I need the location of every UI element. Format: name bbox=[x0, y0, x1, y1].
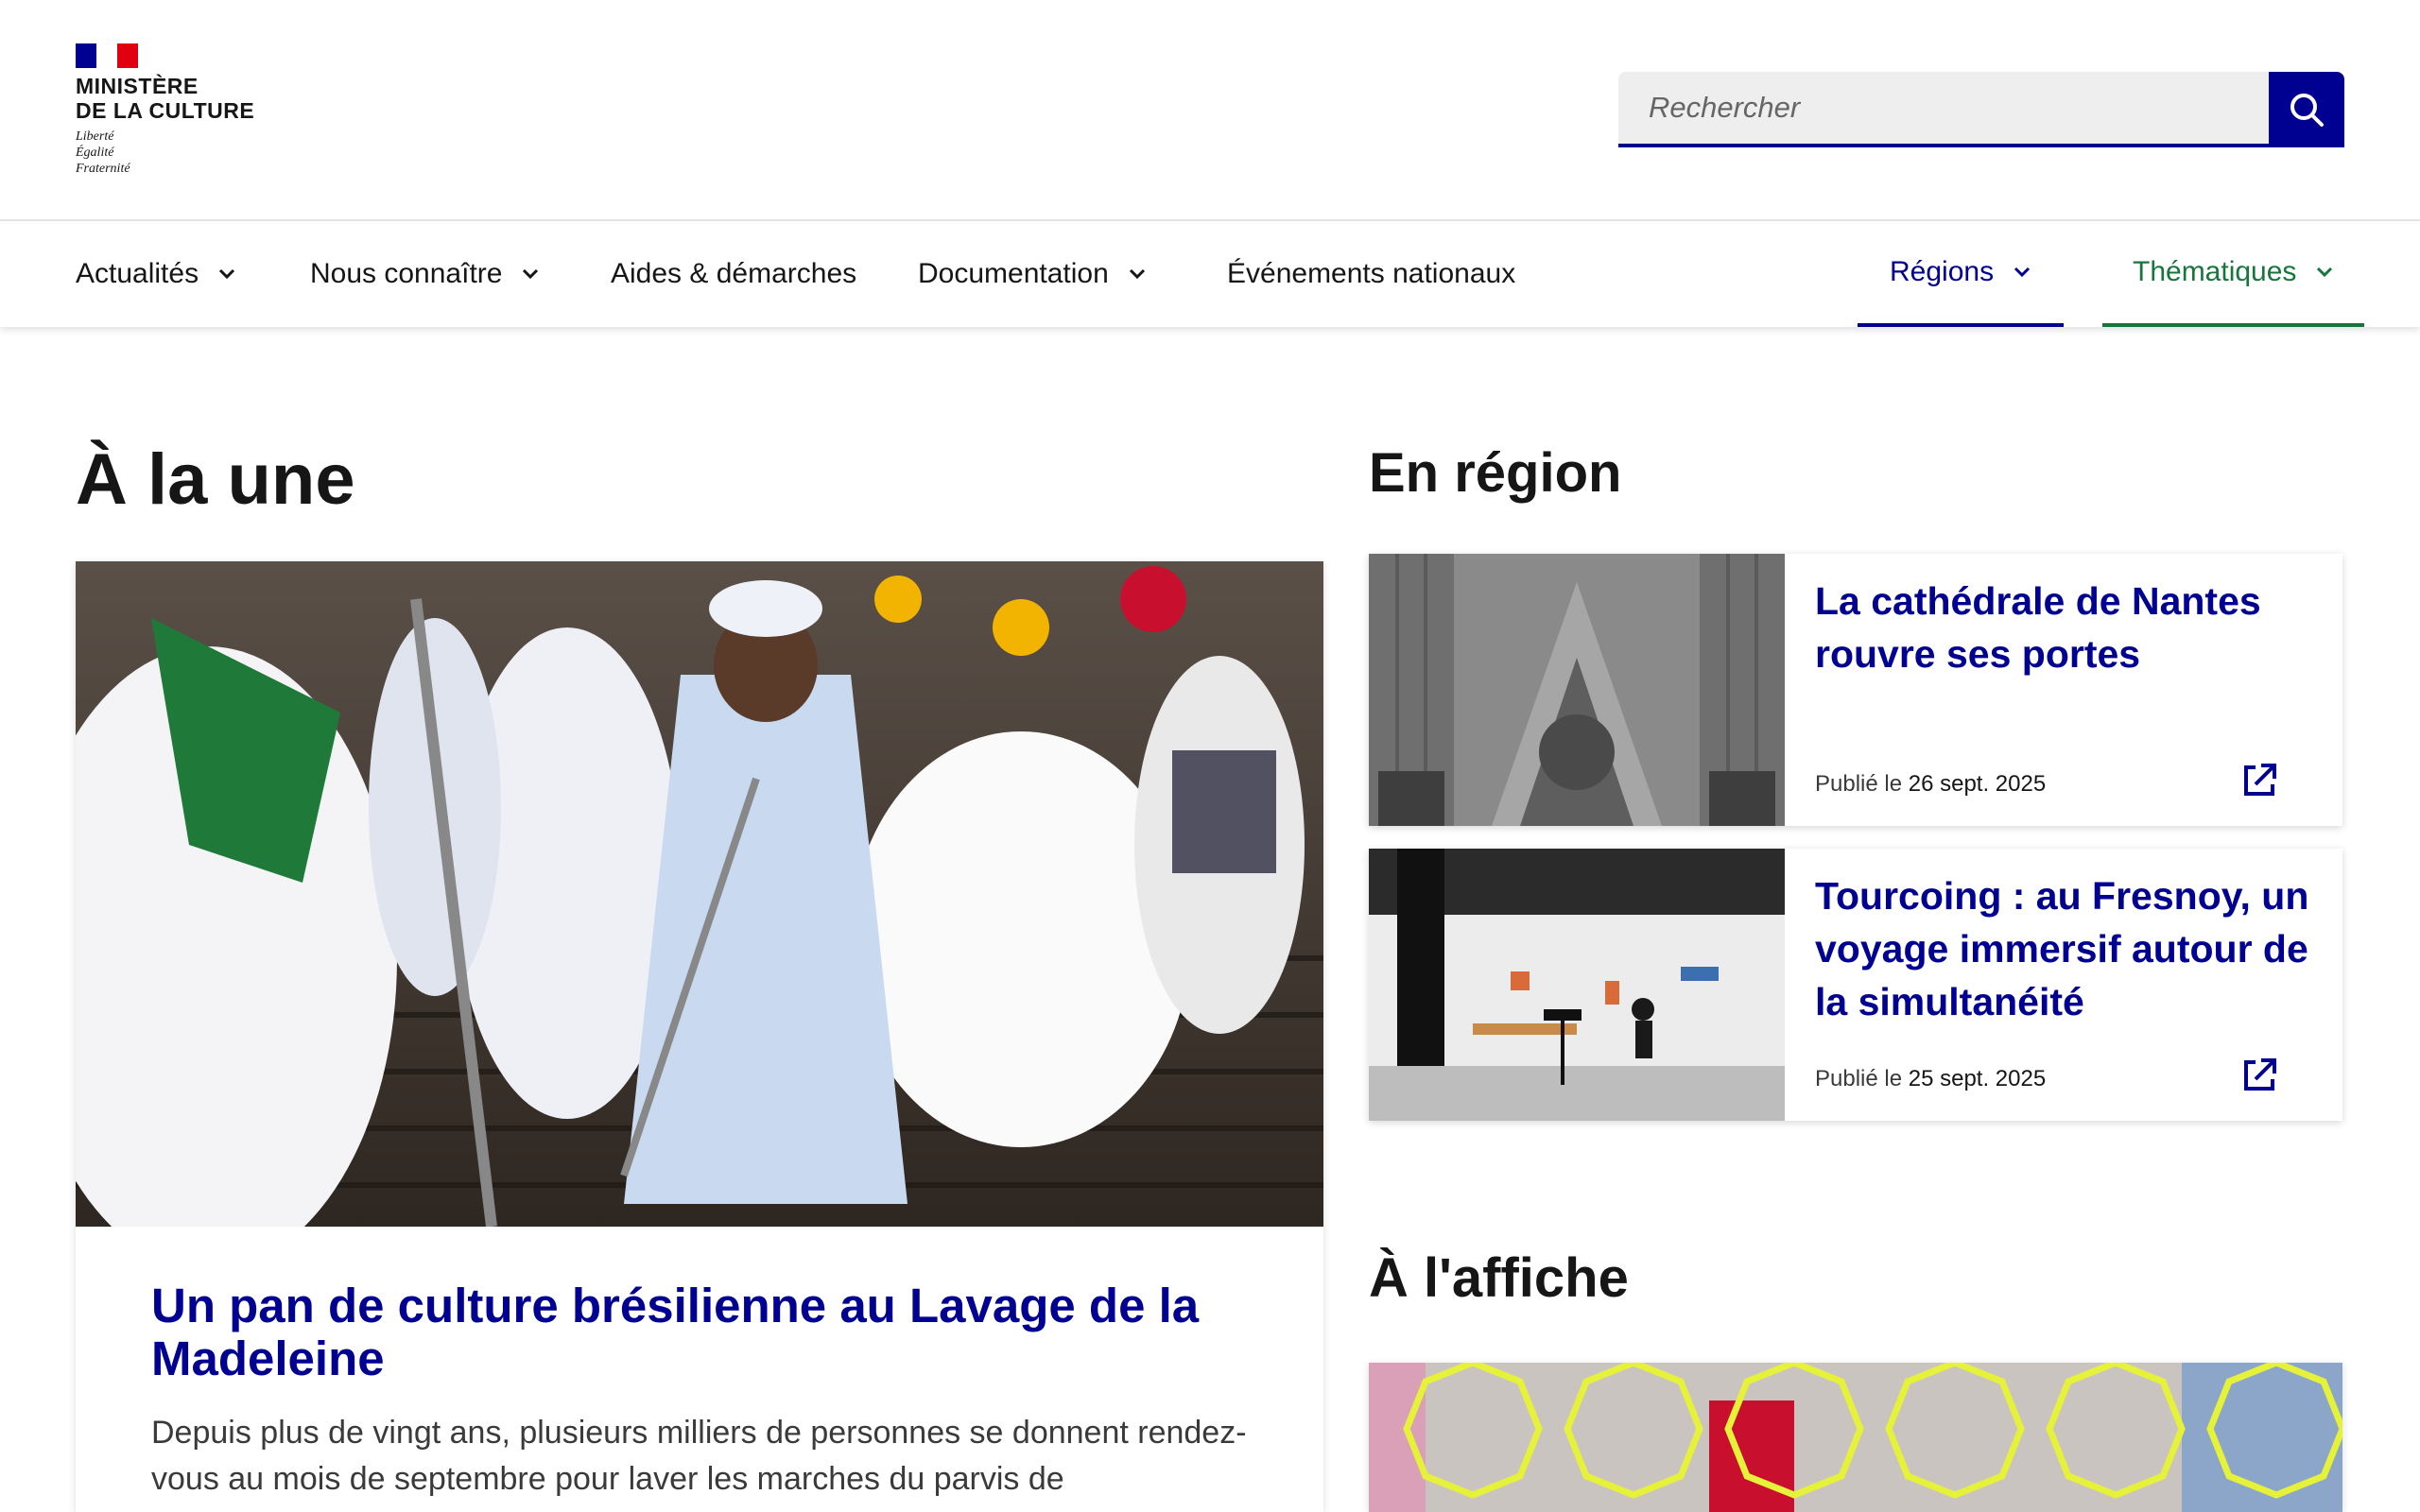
published-date: 25 sept. 2025 bbox=[1908, 1066, 2047, 1091]
motto-fraternite: Fraternité bbox=[76, 162, 130, 176]
nav-item-label: Événements nationaux bbox=[1227, 258, 1516, 289]
chevron-down-icon bbox=[2013, 266, 2031, 278]
logo-line-1: MINISTÈRE bbox=[76, 74, 199, 98]
featured-article-card[interactable]: Un pan de culture brésilienne au Lavage … bbox=[76, 561, 1323, 1512]
nav-item-label: Régions bbox=[1890, 256, 1995, 287]
featured-article-image bbox=[76, 561, 1323, 1227]
a-la-une-heading: À la une bbox=[76, 439, 355, 520]
chevron-down-icon bbox=[1128, 268, 1147, 280]
chevron-down-icon bbox=[521, 268, 540, 280]
region-card-body: La cathédrale de Nantes rouvre ses porte… bbox=[1785, 554, 2342, 826]
search-input[interactable] bbox=[1618, 72, 2269, 147]
ministry-logo[interactable]: MINISTÈRE DE LA CULTURE Liberté Égalité … bbox=[76, 43, 284, 185]
region-card-image bbox=[1369, 849, 1785, 1121]
nav-item-regions[interactable]: Régions bbox=[1858, 221, 2065, 327]
region-card-nantes[interactable]: La cathédrale de Nantes rouvre ses porte… bbox=[1369, 554, 2342, 826]
republic-motto: Liberté Égalité Fraternité bbox=[76, 129, 284, 177]
search-bar bbox=[1618, 72, 2344, 147]
nav-item-label: Nous connaître bbox=[310, 258, 503, 289]
motto-liberte: Liberté bbox=[76, 129, 114, 144]
nav-item-actualites[interactable]: Actualités bbox=[76, 221, 236, 327]
logo-line-2: DE LA CULTURE bbox=[76, 98, 255, 123]
region-card-image bbox=[1369, 554, 1785, 826]
featured-article-title[interactable]: Un pan de culture brésilienne au Lavage … bbox=[151, 1280, 1248, 1385]
nav-item-label: Thématiques bbox=[2133, 256, 2297, 287]
site-header: MINISTÈRE DE LA CULTURE Liberté Égalité … bbox=[0, 0, 2420, 221]
nav-item-documentation[interactable]: Documentation bbox=[918, 221, 1147, 327]
nav-item-label: Aides & démarches bbox=[611, 258, 857, 289]
nav-item-label: Documentation bbox=[918, 258, 1109, 289]
en-region-heading: En région bbox=[1369, 442, 1622, 504]
nav-item-nous-connaitre[interactable]: Nous connaître bbox=[310, 221, 540, 327]
chevron-down-icon bbox=[217, 268, 236, 280]
published-date: 26 sept. 2025 bbox=[1908, 771, 2047, 797]
region-card-tourcoing[interactable]: Tourcoing : au Fresnoy, un voyage immers… bbox=[1369, 849, 2342, 1121]
main-navigation: Actualités Nous connaître Aides & démarc… bbox=[0, 221, 2420, 327]
motto-egalite: Égalité bbox=[76, 146, 114, 160]
affiche-image[interactable] bbox=[1369, 1363, 2342, 1512]
published-prefix: Publié le bbox=[1815, 1066, 1903, 1091]
external-link-icon[interactable] bbox=[2240, 762, 2278, 799]
published-prefix: Publié le bbox=[1815, 771, 1903, 797]
french-flag-icon bbox=[76, 43, 138, 68]
a-l-affiche-heading: À l'affiche bbox=[1369, 1247, 1629, 1309]
search-button[interactable] bbox=[2269, 72, 2344, 147]
nav-item-aides-demarches[interactable]: Aides & démarches bbox=[611, 221, 856, 327]
featured-article-description: Depuis plus de vingt ans, plusieurs mill… bbox=[151, 1415, 1247, 1497]
nav-item-evenements-nationaux[interactable]: Événements nationaux bbox=[1227, 221, 1515, 327]
chevron-down-icon bbox=[2315, 266, 2334, 278]
search-icon bbox=[2290, 94, 2324, 127]
region-card-title[interactable]: La cathédrale de Nantes rouvre ses porte… bbox=[1815, 575, 2316, 680]
region-card-body: Tourcoing : au Fresnoy, un voyage immers… bbox=[1785, 849, 2342, 1121]
region-card-date: Publié le 25 sept. 2025 bbox=[1815, 1066, 2046, 1092]
nav-item-thematiques[interactable]: Thématiques bbox=[2102, 221, 2365, 327]
region-card-title[interactable]: Tourcoing : au Fresnoy, un voyage immers… bbox=[1815, 869, 2316, 1028]
nav-item-label: Actualités bbox=[76, 258, 199, 289]
region-card-date: Publié le 26 sept. 2025 bbox=[1815, 771, 2046, 798]
external-link-icon[interactable] bbox=[2240, 1057, 2278, 1094]
